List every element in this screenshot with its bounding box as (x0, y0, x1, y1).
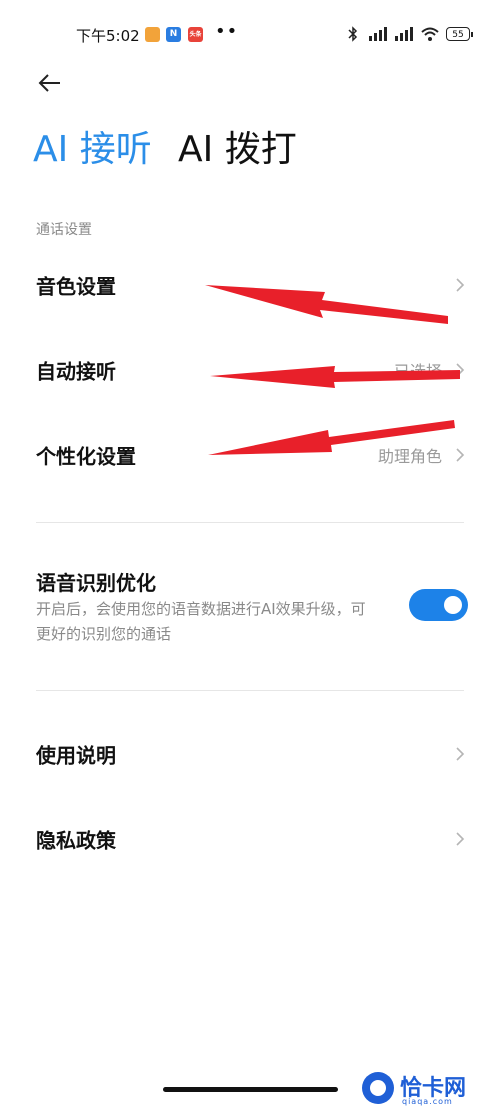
chevron-right-icon (456, 747, 465, 761)
setting-auto-answer[interactable]: 自动接听 已选择 (0, 340, 500, 400)
notification-app-icon: N (166, 27, 181, 42)
notification-app-icon (145, 27, 160, 42)
link-privacy-policy[interactable]: 隐私政策 (0, 809, 500, 869)
setting-value: 已选择 (393, 362, 442, 381)
setting-label: 自动接听 (36, 359, 116, 384)
setting-description: 开启后，会使用您的语音数据进行AI效果升级，可更好的识别您的通话 (36, 600, 366, 643)
divider (36, 690, 464, 691)
signal-icon (395, 27, 413, 41)
chevron-right-icon (456, 832, 465, 846)
section-label: 通话设置 (36, 222, 92, 238)
setting-voice-tone[interactable]: 音色设置 (0, 255, 500, 315)
tab-ai-answer[interactable]: AI 接听 (33, 120, 152, 172)
chevron-right-icon (456, 363, 465, 377)
watermark-logo-icon (362, 1072, 394, 1104)
more-notifications-icon: •• (215, 21, 239, 42)
divider (36, 522, 464, 523)
chevron-right-icon (456, 448, 465, 462)
watermark-logo: 恰卡网 qiaqa.com (362, 1070, 492, 1106)
voice-optimization-toggle[interactable] (409, 589, 468, 621)
voice-optimization-setting: 语音识别优化 开启后，会使用您的语音数据进行AI效果升级，可更好的识别您的通话 (0, 560, 500, 660)
watermark-url: qiaqa.com (402, 1097, 453, 1106)
battery-icon: 55 (446, 27, 473, 41)
status-time: 下午5:02 (76, 27, 140, 45)
setting-label: 音色设置 (36, 274, 116, 299)
link-instructions[interactable]: 使用说明 (0, 724, 500, 784)
home-indicator[interactable] (163, 1087, 338, 1092)
setting-title: 语音识别优化 (36, 571, 156, 595)
signal-icon (369, 27, 387, 41)
wifi-icon (421, 27, 439, 41)
link-label: 隐私政策 (36, 828, 116, 853)
toggle-knob (444, 596, 462, 614)
setting-personalization[interactable]: 个性化设置 助理角色 (0, 425, 500, 485)
back-arrow-icon[interactable] (36, 68, 66, 98)
tab-ai-dial[interactable]: AI 拨打 (178, 120, 297, 172)
bluetooth-icon (348, 26, 358, 42)
link-label: 使用说明 (36, 743, 116, 768)
notification-app-icon: 头条 (188, 27, 203, 42)
status-bar: 下午5:02 N 头条 •• 55 (0, 0, 500, 62)
setting-value: 助理角色 (377, 447, 442, 466)
setting-label: 个性化设置 (36, 444, 136, 469)
chevron-right-icon (456, 278, 465, 292)
